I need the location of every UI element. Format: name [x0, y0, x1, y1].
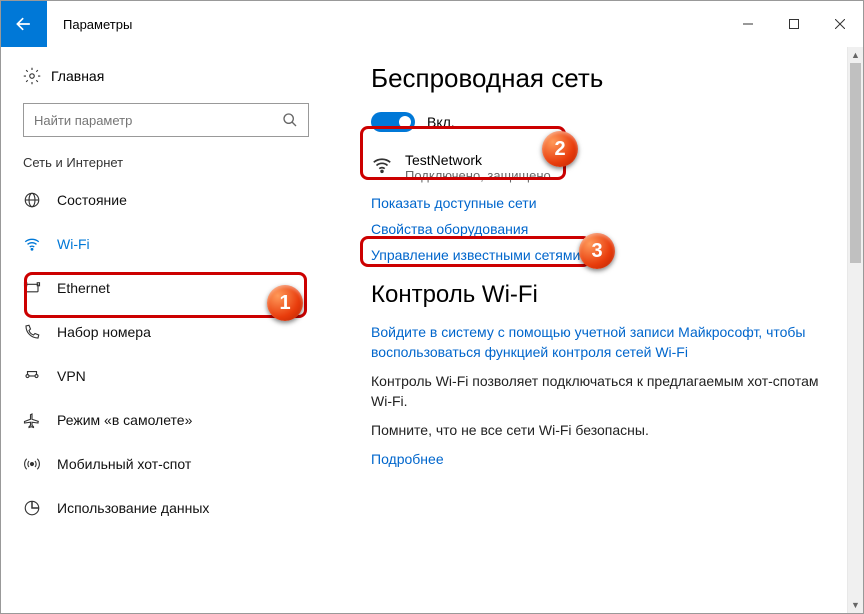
heading-wifi-sense: Контроль Wi-Fi [371, 281, 833, 309]
section-label: Сеть и Интернет [1, 155, 331, 178]
airplane-icon [23, 411, 57, 429]
nav-label: Состояние [57, 192, 127, 208]
scroll-thumb[interactable] [850, 63, 861, 263]
toggle-label: Вкл. [427, 114, 455, 130]
sidebar: Главная Сеть и Интернет Состояние Wi-Fi … [1, 47, 331, 603]
link-manage-networks[interactable]: Управление известными сетями [371, 247, 833, 263]
nav-label: Набор номера [57, 324, 151, 340]
body-text-2: Помните, что не все сети Wi-Fi безопасны… [371, 421, 833, 441]
scrollbar[interactable]: ▲ ▼ [847, 47, 863, 613]
gear-icon [23, 67, 51, 85]
nav-label: Wi-Fi [57, 236, 90, 252]
network-status: Подключено, защищено [405, 168, 551, 183]
nav-hotspot[interactable]: Мобильный хот-спот [1, 442, 331, 486]
wifi-icon [371, 152, 405, 176]
vpn-icon [23, 367, 57, 385]
nav-label: Использование данных [57, 500, 209, 516]
close-button[interactable] [817, 1, 863, 47]
heading-wireless: Беспроводная сеть [371, 63, 833, 94]
link-signin[interactable]: Войдите в систему с помощью учетной запи… [371, 323, 833, 362]
nav-label: Мобильный хот-спот [57, 456, 191, 472]
maximize-button[interactable] [771, 1, 817, 47]
link-more-info[interactable]: Подробнее [371, 451, 833, 467]
titlebar: Параметры [1, 1, 863, 47]
nav-status[interactable]: Состояние [1, 178, 331, 222]
home-label: Главная [51, 68, 104, 84]
nav-data-usage[interactable]: Использование данных [1, 486, 331, 530]
phone-icon [23, 323, 57, 341]
nav-ethernet[interactable]: Ethernet [1, 266, 331, 310]
wifi-icon [23, 235, 57, 253]
connected-network[interactable]: TestNetwork Подключено, защищено [371, 152, 833, 183]
search-icon [282, 112, 298, 128]
scroll-down-icon[interactable]: ▼ [848, 597, 863, 613]
globe-icon [23, 191, 57, 209]
main-content: Беспроводная сеть Вкл. TestNetwork Подкл… [331, 47, 863, 603]
nav-vpn[interactable]: VPN [1, 354, 331, 398]
nav-airplane[interactable]: Режим «в самолете» [1, 398, 331, 442]
nav-label: Режим «в самолете» [57, 412, 192, 428]
link-show-networks[interactable]: Показать доступные сети [371, 195, 833, 211]
minimize-button[interactable] [725, 1, 771, 47]
nav-dialup[interactable]: Набор номера [1, 310, 331, 354]
nav-label: Ethernet [57, 280, 110, 296]
hotspot-icon [23, 455, 57, 473]
ethernet-icon [23, 279, 57, 297]
link-hardware-props[interactable]: Свойства оборудования [371, 221, 833, 237]
window-title: Параметры [47, 1, 132, 47]
nav-wifi[interactable]: Wi-Fi [1, 222, 331, 266]
body-text-1: Контроль Wi-Fi позволяет подключаться к … [371, 372, 833, 411]
data-usage-icon [23, 499, 57, 517]
nav-label: VPN [57, 368, 86, 384]
wifi-toggle[interactable] [371, 112, 415, 132]
network-name: TestNetwork [405, 152, 551, 168]
sidebar-home[interactable]: Главная [1, 59, 331, 93]
back-button[interactable] [1, 1, 47, 47]
scroll-up-icon[interactable]: ▲ [848, 47, 863, 63]
search-input[interactable] [23, 103, 309, 137]
